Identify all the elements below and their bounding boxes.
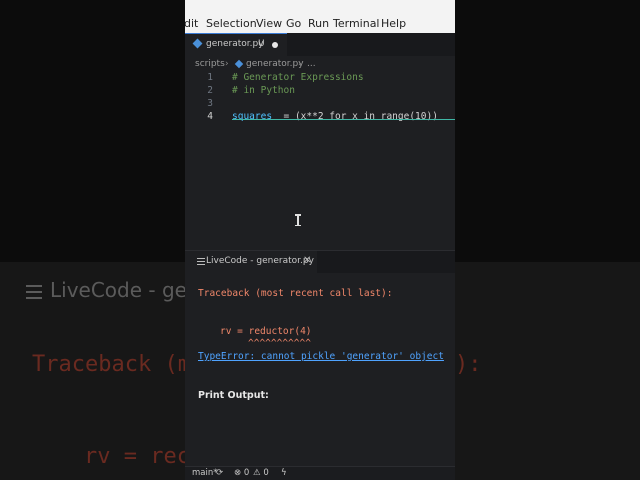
menu-edit[interactable]: dit bbox=[185, 17, 198, 30]
lightning-icon[interactable]: ϟ bbox=[281, 468, 287, 478]
code-line-current: 4 squares = (x**2 for x in range(10)) bbox=[185, 111, 455, 124]
breadcrumb-more[interactable]: ... bbox=[307, 59, 316, 69]
backdrop-traceback: Traceback (m bbox=[32, 352, 191, 377]
breadcrumb: scripts › generator.py › ... bbox=[185, 56, 455, 72]
menu-selection[interactable]: Selection bbox=[206, 17, 257, 30]
chevron-right-icon: › bbox=[298, 59, 302, 69]
code-statement: squares = (x**2 for x in range(10)) bbox=[232, 111, 438, 122]
menu-view[interactable]: View bbox=[256, 17, 282, 30]
print-output-heading: Print Output: bbox=[198, 390, 269, 401]
menu-run[interactable]: Run bbox=[308, 17, 329, 30]
error-circle-icon: ⊗ bbox=[234, 468, 242, 478]
breadcrumb-file[interactable]: generator.py bbox=[246, 59, 304, 69]
code-variable: squares bbox=[232, 111, 273, 122]
menu-help[interactable]: Help bbox=[381, 17, 406, 30]
warning-count-value: 0 bbox=[263, 468, 269, 478]
menu-go[interactable]: Go bbox=[286, 17, 301, 30]
code-expression: (x**2 for x in range(10)) bbox=[294, 111, 438, 122]
error-count-value: 0 bbox=[243, 468, 250, 478]
traceback-header: Traceback (most recent call last): bbox=[198, 288, 393, 299]
code-line: 1 # Generator Expressions bbox=[185, 72, 455, 85]
code-operator: = bbox=[272, 111, 295, 122]
line-number: 3 bbox=[207, 98, 213, 109]
tab-livecode[interactable]: LiveCode - generator.py ✕ bbox=[185, 251, 317, 273]
code-editor[interactable]: 1 # Generator Expressions 2 # in Python … bbox=[185, 72, 455, 250]
menu-bar: dit Selection View Go Run Terminal Help bbox=[185, 0, 455, 33]
code-line: 3 bbox=[185, 98, 455, 111]
menu-terminal[interactable]: Terminal bbox=[333, 17, 380, 30]
current-line-underline bbox=[232, 119, 455, 120]
sync-icon[interactable]: ⟳ bbox=[216, 468, 223, 478]
panel-tab-label: LiveCode - generator.py bbox=[206, 256, 314, 266]
python-file-icon bbox=[234, 59, 244, 69]
backdrop-tab-label: LiveCode - gen bbox=[50, 278, 200, 302]
python-file-icon bbox=[192, 38, 203, 49]
backdrop-panel-tab: LiveCode - gen bbox=[26, 278, 200, 302]
code-comment: # Generator Expressions bbox=[232, 72, 364, 83]
traceback-caret: ^^^^^^^^^^^ bbox=[248, 338, 311, 349]
tab-label: generator.py bbox=[206, 39, 264, 49]
line-number: 4 bbox=[207, 111, 213, 122]
line-number: 2 bbox=[207, 85, 213, 96]
backdrop-rv-line: rv = rec bbox=[84, 444, 190, 469]
code-comment: # in Python bbox=[232, 85, 295, 96]
status-bar: main* ⟳ ⊗ 0 ⚠ 0 ϟ bbox=[185, 466, 455, 480]
traceback-code-line: rv = reductor(4) bbox=[220, 326, 312, 337]
code-line: 2 # in Python bbox=[185, 85, 455, 98]
breadcrumb-folder[interactable]: scripts bbox=[195, 59, 225, 69]
text-cursor-icon bbox=[295, 214, 301, 226]
warning-count[interactable]: ⚠ 0 bbox=[253, 468, 269, 478]
vscode-window: dit Selection View Go Run Terminal Help … bbox=[185, 0, 455, 480]
livecode-output: Traceback (most recent call last): rv = … bbox=[185, 273, 455, 466]
backdrop-traceback-end: ): bbox=[455, 352, 482, 377]
chevron-right-icon: › bbox=[225, 59, 229, 69]
warning-triangle-icon: ⚠ bbox=[253, 468, 261, 478]
unsaved-dot-icon[interactable] bbox=[272, 42, 278, 48]
menu-lines-icon bbox=[197, 258, 205, 265]
git-branch[interactable]: main* bbox=[192, 468, 218, 478]
error-message-link[interactable]: TypeError: cannot pickle 'generator' obj… bbox=[198, 351, 444, 362]
menu-lines-icon bbox=[26, 284, 42, 299]
panel-tab-bar: LiveCode - generator.py ✕ bbox=[185, 251, 455, 273]
line-number: 1 bbox=[207, 72, 213, 83]
error-count[interactable]: ⊗ 0 bbox=[234, 468, 249, 478]
close-icon[interactable]: ✕ bbox=[303, 255, 311, 266]
git-untracked-badge: U bbox=[258, 39, 265, 49]
editor-tab-bar: generator.py U bbox=[185, 33, 455, 56]
tab-generator-py[interactable]: generator.py U bbox=[185, 33, 287, 56]
